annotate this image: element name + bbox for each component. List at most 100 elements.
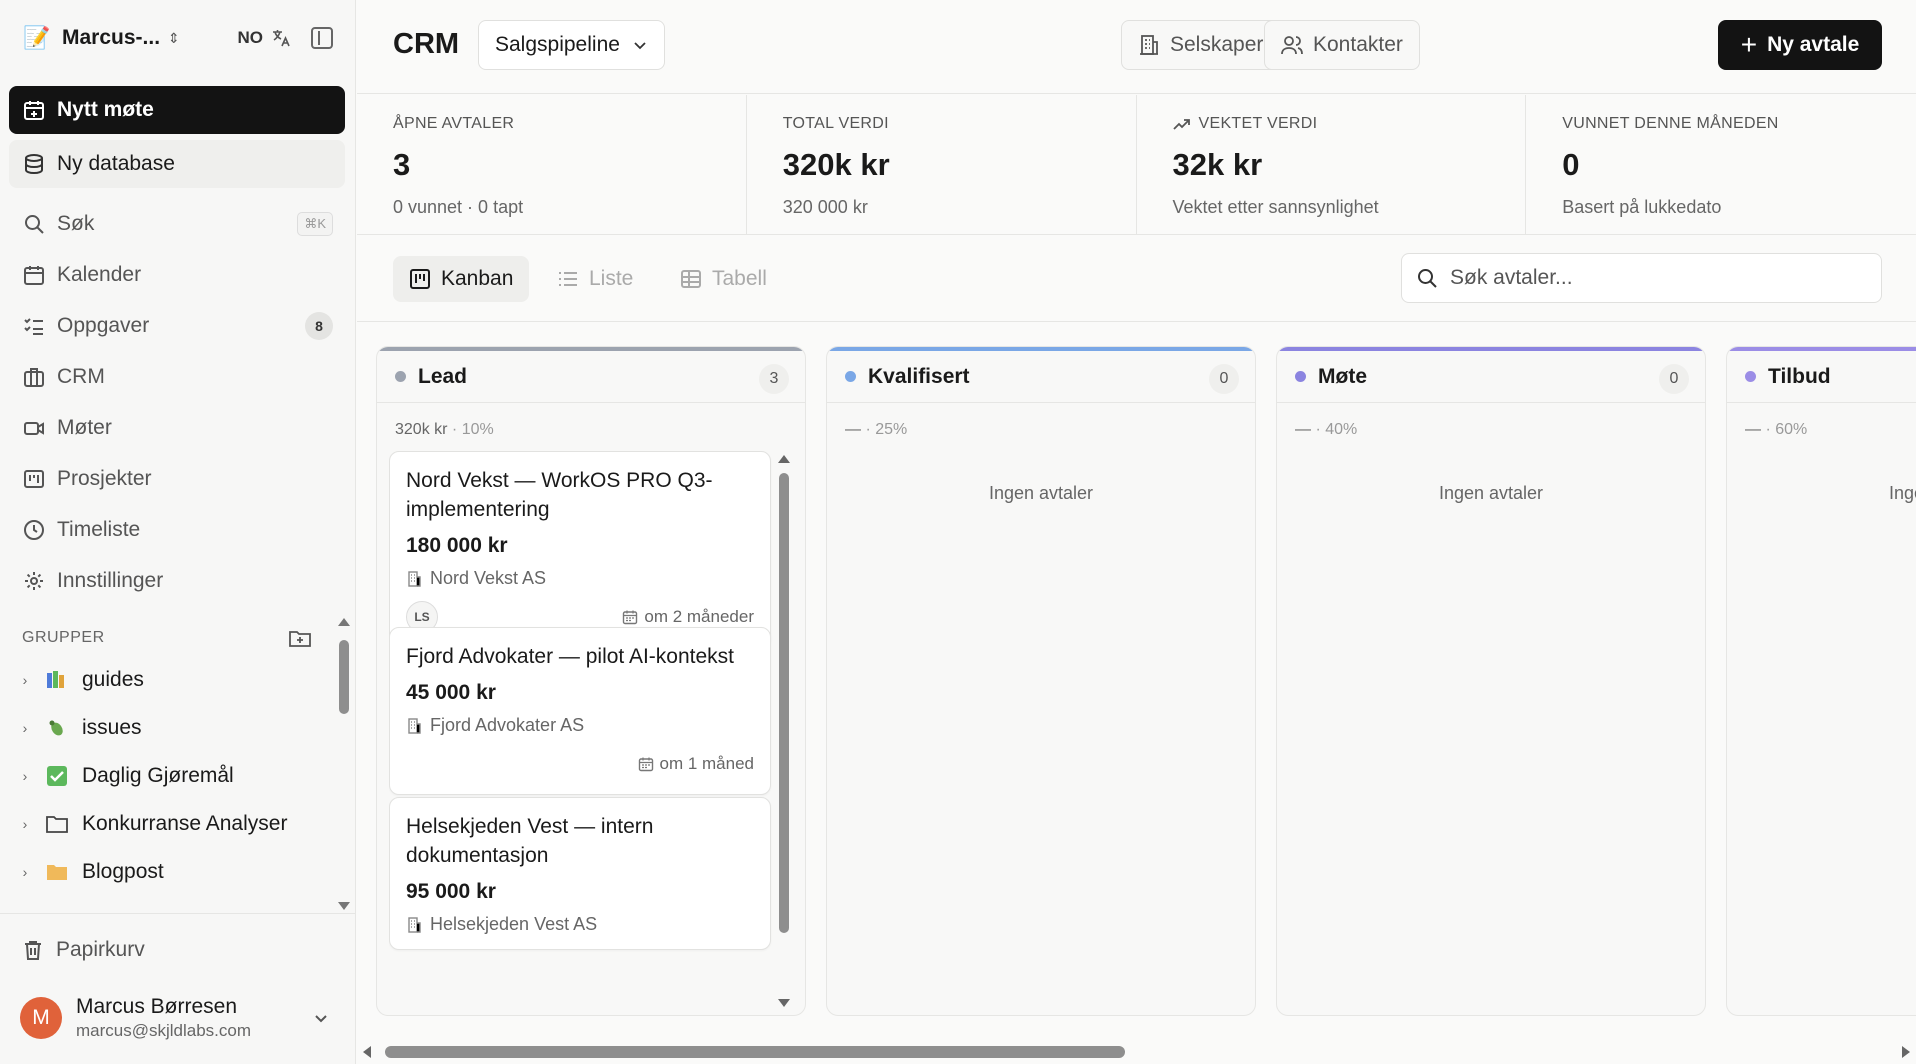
tab-kanban[interactable]: Kanban	[393, 256, 530, 302]
companies-label: Selskaper	[1170, 33, 1264, 56]
sidebar-item-tasks[interactable]: Oppgaver 8	[9, 300, 345, 351]
column-status-dot	[1295, 371, 1306, 382]
scroll-left-arrow-icon[interactable]	[363, 1046, 371, 1058]
chevron-right-icon[interactable]: ›	[14, 720, 36, 736]
companies-button[interactable]: Selskaper	[1121, 20, 1281, 70]
workspace-switcher[interactable]: 📝 Marcus-... ⇕ NO	[22, 18, 333, 58]
new-database-button[interactable]: Ny database	[9, 140, 345, 188]
sidebar-item-projects[interactable]: Prosjekter	[9, 453, 345, 504]
group-item-issues[interactable]: › issues	[14, 704, 334, 752]
stat-subtext: Vektet etter sannsynlighet	[1172, 197, 1379, 217]
divider	[0, 913, 356, 914]
chevron-right-icon[interactable]: ›	[14, 672, 36, 688]
group-item-competitor-analysis[interactable]: › Konkurranse Analyser	[14, 800, 334, 848]
stat-label: VUNNET DENNE MÅNEDEN	[1562, 115, 1779, 132]
chevron-right-icon[interactable]: ›	[14, 768, 36, 784]
sidebar-item-label: Søk	[57, 211, 95, 235]
sidebar-item-label: Oppgaver	[57, 313, 150, 337]
chevron-updown-icon: ⇕	[168, 29, 180, 46]
scrollbar-thumb[interactable]	[779, 473, 789, 933]
chevron-down-icon[interactable]	[312, 1009, 330, 1027]
chevron-right-icon[interactable]: ›	[14, 864, 36, 880]
pipeline-select-value: Salgspipeline	[495, 33, 620, 56]
groups-list: › guides › issues › Daglig Gjøremål › Ko…	[14, 656, 334, 912]
group-label: guides	[82, 668, 144, 691]
sidebar-item-settings[interactable]: Innstillinger	[9, 555, 345, 606]
top-bar: CRM Salgspipeline Selskaper Kontakter + …	[357, 0, 1916, 94]
folder-plus-icon[interactable]	[288, 628, 312, 648]
scroll-down-arrow-icon[interactable]	[338, 902, 350, 910]
clock-icon	[24, 519, 44, 540]
empty-state: Ingen avtaler	[988, 483, 1094, 503]
workspace-name: Marcus-...	[62, 26, 161, 49]
column-summary: — · 25%	[845, 421, 907, 439]
group-label: Daglig Gjøremål	[82, 764, 234, 787]
sidebar-item-search[interactable]: Søk ⌘K	[9, 198, 345, 249]
pipeline-select[interactable]: Salgspipeline	[478, 20, 665, 70]
checkbox-icon	[44, 765, 70, 787]
column-header: Tilbud 0	[1727, 351, 1916, 403]
scrollbar-thumb[interactable]	[385, 1046, 1125, 1058]
stat-subtext: 320 000 kr	[782, 197, 868, 217]
scroll-down-arrow-icon[interactable]	[778, 999, 790, 1007]
stat-value: 32k kr	[1172, 147, 1263, 182]
group-label: Konkurranse Analyser	[82, 812, 288, 835]
groups-scrollbar[interactable]	[337, 614, 351, 914]
deal-company: Fjord Advokater AS	[406, 715, 754, 736]
sidebar-item-calendar[interactable]: Kalender	[9, 249, 345, 300]
contacts-button[interactable]: Kontakter	[1264, 20, 1420, 70]
building-icon	[408, 916, 421, 933]
sidebar-item-timesheet[interactable]: Timeliste	[9, 504, 345, 555]
board-horizontal-scrollbar[interactable]	[357, 1040, 1916, 1064]
stat-value: 320k kr	[782, 147, 890, 182]
sidebar-item-crm[interactable]: CRM	[9, 351, 345, 402]
card-list: Nord Vekst — WorkOS PRO Q3-implementerin…	[389, 451, 773, 1015]
column-probability: · 25%	[865, 421, 908, 438]
deal-card[interactable]: Helsekjeden Vest — intern dokumentasjon …	[389, 797, 771, 950]
column-total: 320k kr	[395, 421, 448, 438]
column-scrollbar[interactable]	[777, 451, 791, 1011]
user-email: marcus@skjldlabs.com	[76, 1021, 252, 1040]
language-switcher[interactable]: NO	[238, 28, 292, 48]
deal-value: 180 000 kr	[406, 534, 508, 557]
deal-title: Nord Vekst — WorkOS PRO Q3-implementerin…	[406, 469, 713, 521]
stat-won-this-month: VUNNET DENNE MÅNEDEN 0 Basert på lukkeda…	[1526, 95, 1916, 235]
column-count-badge: 3	[759, 364, 789, 394]
group-item-daily-tasks[interactable]: › Daglig Gjøremål	[14, 752, 334, 800]
column-probability: · 10%	[451, 421, 494, 438]
empty-state: Ingen avtaler	[1888, 483, 1916, 503]
sidebar-item-trash[interactable]: Papirkurv	[22, 928, 145, 972]
group-item-guides[interactable]: › guides	[14, 656, 334, 704]
tab-table[interactable]: Tabell	[664, 256, 783, 302]
scroll-right-arrow-icon[interactable]	[1902, 1046, 1910, 1058]
column-status-dot	[845, 371, 856, 382]
sidebar-collapse-icon[interactable]	[311, 27, 333, 49]
chevron-right-icon[interactable]: ›	[14, 816, 36, 832]
scroll-up-arrow-icon[interactable]	[338, 618, 350, 626]
column-lead: Lead 3 320k kr · 10% Nord Vekst — WorkOS…	[376, 346, 806, 1016]
new-deal-button[interactable]: + Ny avtale	[1718, 20, 1882, 70]
new-meeting-button[interactable]: Nytt møte	[9, 86, 345, 134]
stat-label: ÅPNE AVTALER	[393, 115, 515, 132]
sidebar-item-label: Møter	[57, 415, 112, 439]
group-item-blogpost[interactable]: › Blogpost	[14, 848, 334, 896]
column-summary: — · 60%	[1745, 421, 1807, 439]
deal-company: Nord Vekst AS	[406, 568, 754, 589]
database-icon	[25, 154, 43, 175]
users-icon	[1281, 36, 1303, 55]
scrollbar-thumb[interactable]	[339, 640, 349, 714]
tab-list[interactable]: Liste	[541, 256, 649, 302]
sidebar-item-label: Kalender	[57, 262, 142, 286]
user-menu[interactable]: M Marcus Børresen marcus@skjldlabs.com	[20, 990, 336, 1046]
groups-title: GRUPPER	[22, 629, 105, 646]
deal-card[interactable]: Fjord Advokater — pilot AI-kontekst 45 0…	[389, 627, 771, 795]
scroll-up-arrow-icon[interactable]	[778, 455, 790, 463]
tab-label: Kanban	[441, 267, 514, 290]
sidebar-item-label: Innstillinger	[57, 568, 164, 592]
deal-card[interactable]: Nord Vekst — WorkOS PRO Q3-implementerin…	[389, 451, 771, 648]
deal-due: om 1 måned	[638, 754, 754, 774]
deal-search-input[interactable]: Søk avtaler...	[1401, 253, 1882, 303]
avatar: M	[20, 997, 62, 1039]
sidebar-item-meetings[interactable]: Møter	[9, 402, 345, 453]
stat-label-row: VEKTET VERDI	[1172, 115, 1490, 133]
